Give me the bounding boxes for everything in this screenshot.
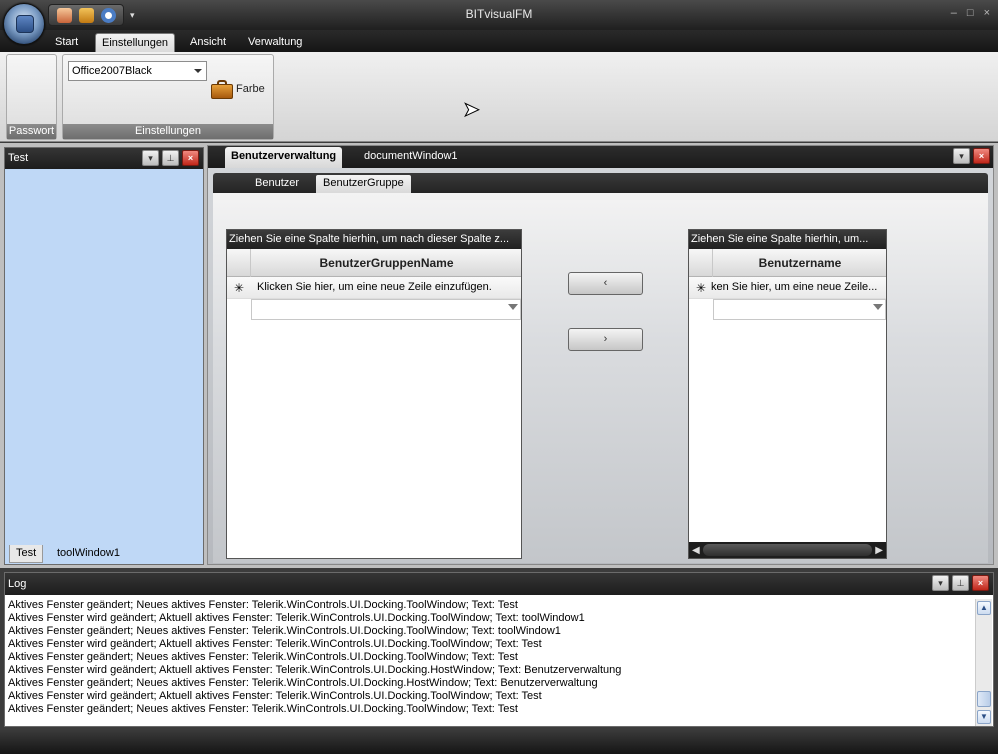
benutzergruppen-grid: Ziehen Sie eine Spalte hierhin, um nach …: [226, 229, 522, 559]
mouse-cursor-icon: ➤: [463, 99, 481, 121]
log-menu-button[interactable]: ▾: [932, 575, 949, 591]
horizontal-scrollbar[interactable]: ◀ ▶: [689, 542, 886, 558]
log-line: Aktives Fenster geändert; Neues aktives …: [8, 677, 598, 689]
log-line: Aktives Fenster wird geändert; Aktuell a…: [8, 638, 542, 650]
log-line: Aktives Fenster wird geändert; Aktuell a…: [8, 612, 585, 624]
status-bar: [0, 730, 998, 754]
document-menu-button[interactable]: ▾: [953, 148, 970, 164]
scroll-up-icon[interactable]: ▲: [977, 601, 991, 615]
page-body: Ziehen Sie eine Spalte hierhin, um nach …: [213, 193, 988, 563]
new-row-icon: ✳: [696, 281, 707, 295]
tab-start[interactable]: Start: [49, 33, 84, 52]
move-right-button[interactable]: ›: [568, 328, 643, 351]
new-row-text: ken Sie hier, um eine neue Zeile...: [711, 281, 878, 293]
tab-verwaltung[interactable]: Verwaltung: [242, 33, 308, 52]
tab-benutzergruppe[interactable]: BenutzerGruppe: [316, 175, 411, 193]
scroll-right-icon[interactable]: ▶: [875, 545, 883, 556]
column-benutzergruppenname[interactable]: BenutzerGruppenName: [252, 256, 521, 270]
ribbon-group-einstellungen: Office2007Black Farbe Einstellungen: [62, 54, 274, 140]
log-title: Log: [8, 578, 27, 590]
column-header: BenutzerGruppenName: [227, 249, 521, 277]
tool-window-header: Test ▾ ⊥ ×: [5, 148, 203, 169]
application-menu-button[interactable]: [3, 3, 45, 45]
column-benutzername[interactable]: Benutzername: [714, 256, 886, 270]
ribbon-group-passwort: Passwort: [6, 54, 57, 140]
scroll-thumb[interactable]: [703, 544, 872, 556]
log-line: Aktives Fenster geändert; Neues aktives …: [8, 599, 518, 611]
filter-icon[interactable]: [508, 304, 518, 310]
chevron-down-icon[interactable]: [194, 69, 202, 73]
benutzer-grid: Ziehen Sie eine Spalte hierhin, um... Be…: [688, 229, 887, 559]
column-header: Benutzername: [689, 249, 886, 277]
pin-button[interactable]: ⊥: [162, 150, 179, 166]
minimize-button[interactable]: –: [951, 7, 957, 19]
log-pin-button[interactable]: ⊥: [952, 575, 969, 591]
tab-documentwindow1[interactable]: documentWindow1: [358, 147, 464, 168]
window-controls: – □ ×: [951, 7, 990, 19]
log-line: Aktives Fenster geändert; Neues aktives …: [8, 703, 518, 715]
close-tool-window-button[interactable]: ×: [182, 150, 199, 166]
briefcase-icon: [211, 79, 233, 99]
filter-icon[interactable]: [873, 304, 883, 310]
new-row-text: Klicken Sie hier, um eine neue Zeile ein…: [257, 281, 492, 293]
app-logo-icon: [16, 15, 34, 33]
page-tab-strip: Benutzer BenutzerGruppe: [213, 173, 988, 193]
log-window: Log ▾ ⊥ × Aktives Fenster geändert; Neue…: [4, 572, 994, 727]
app-title: BITvisualFM: [465, 7, 533, 21]
group-label-einstellungen: Einstellungen: [63, 124, 273, 139]
group-panel[interactable]: Ziehen Sie eine Spalte hierhin, um nach …: [227, 230, 521, 249]
farbe-button[interactable]: Farbe: [211, 79, 265, 99]
close-window-button[interactable]: ×: [984, 7, 990, 19]
vertical-scrollbar[interactable]: ▲ ▼: [975, 599, 992, 726]
close-log-button[interactable]: ×: [972, 575, 989, 591]
log-list[interactable]: Aktives Fenster geändert; Neues aktives …: [5, 599, 975, 724]
ribbon-body: Passwort Office2007Black Farbe Einstellu…: [0, 52, 998, 142]
tab-einstellungen[interactable]: Einstellungen: [95, 33, 176, 52]
log-line: Aktives Fenster wird geändert; Aktuell a…: [8, 690, 542, 702]
window-menu-button[interactable]: ▾: [142, 150, 159, 166]
farbe-label: Farbe: [236, 83, 265, 95]
theme-select[interactable]: Office2007Black: [68, 61, 207, 81]
log-header: Log ▾ ⊥ ×: [5, 573, 993, 595]
scroll-down-icon[interactable]: ▼: [977, 710, 991, 724]
move-left-button[interactable]: ‹: [568, 272, 643, 295]
tool-window-title: Test: [8, 152, 29, 164]
title-bar: ▾ BITvisualFM – □ ×: [0, 0, 998, 45]
log-line: Aktives Fenster wird geändert; Aktuell a…: [8, 664, 622, 676]
tab-benutzer[interactable]: Benutzer: [248, 175, 306, 193]
log-line: Aktives Fenster geändert; Neues aktives …: [8, 651, 518, 663]
main-dock-area: Test ▾ ⊥ × Test toolWindow1 Benutzerverw…: [0, 143, 998, 568]
document-window: Benutzerverwaltung documentWindow1 ▾ × B…: [207, 145, 994, 565]
tab-toolwindow1[interactable]: toolWindow1: [51, 545, 126, 563]
tab-ansicht[interactable]: Ansicht: [184, 33, 232, 52]
group-label-passwort[interactable]: Passwort: [7, 124, 56, 139]
maximize-button[interactable]: □: [967, 7, 974, 19]
log-line: Aktives Fenster geändert; Neues aktives …: [8, 625, 561, 637]
new-row[interactable]: ✳ ken Sie hier, um eine neue Zeile...: [689, 277, 886, 299]
document-tab-strip: Benutzerverwaltung documentWindow1 ▾ ×: [208, 146, 993, 168]
tab-benutzerverwaltung[interactable]: Benutzerverwaltung: [225, 147, 343, 168]
scroll-thumb[interactable]: [977, 691, 991, 707]
tab-test[interactable]: Test: [9, 545, 44, 563]
group-panel[interactable]: Ziehen Sie eine Spalte hierhin, um...: [689, 230, 886, 249]
close-document-button[interactable]: ×: [973, 148, 990, 164]
filter-row[interactable]: [251, 299, 521, 320]
ribbon-tab-row: Start Einstellungen Ansicht Verwaltung: [0, 30, 998, 52]
theme-select-value: Office2007Black: [72, 65, 152, 77]
tool-window-tabs: Test toolWindow1: [5, 542, 203, 564]
filter-row[interactable]: [713, 299, 886, 320]
scroll-left-icon[interactable]: ◀: [692, 545, 700, 556]
tool-window-test: Test ▾ ⊥ × Test toolWindow1: [4, 147, 204, 565]
new-row-icon: ✳: [234, 281, 245, 295]
new-row[interactable]: ✳ Klicken Sie hier, um eine neue Zeile e…: [227, 277, 521, 299]
